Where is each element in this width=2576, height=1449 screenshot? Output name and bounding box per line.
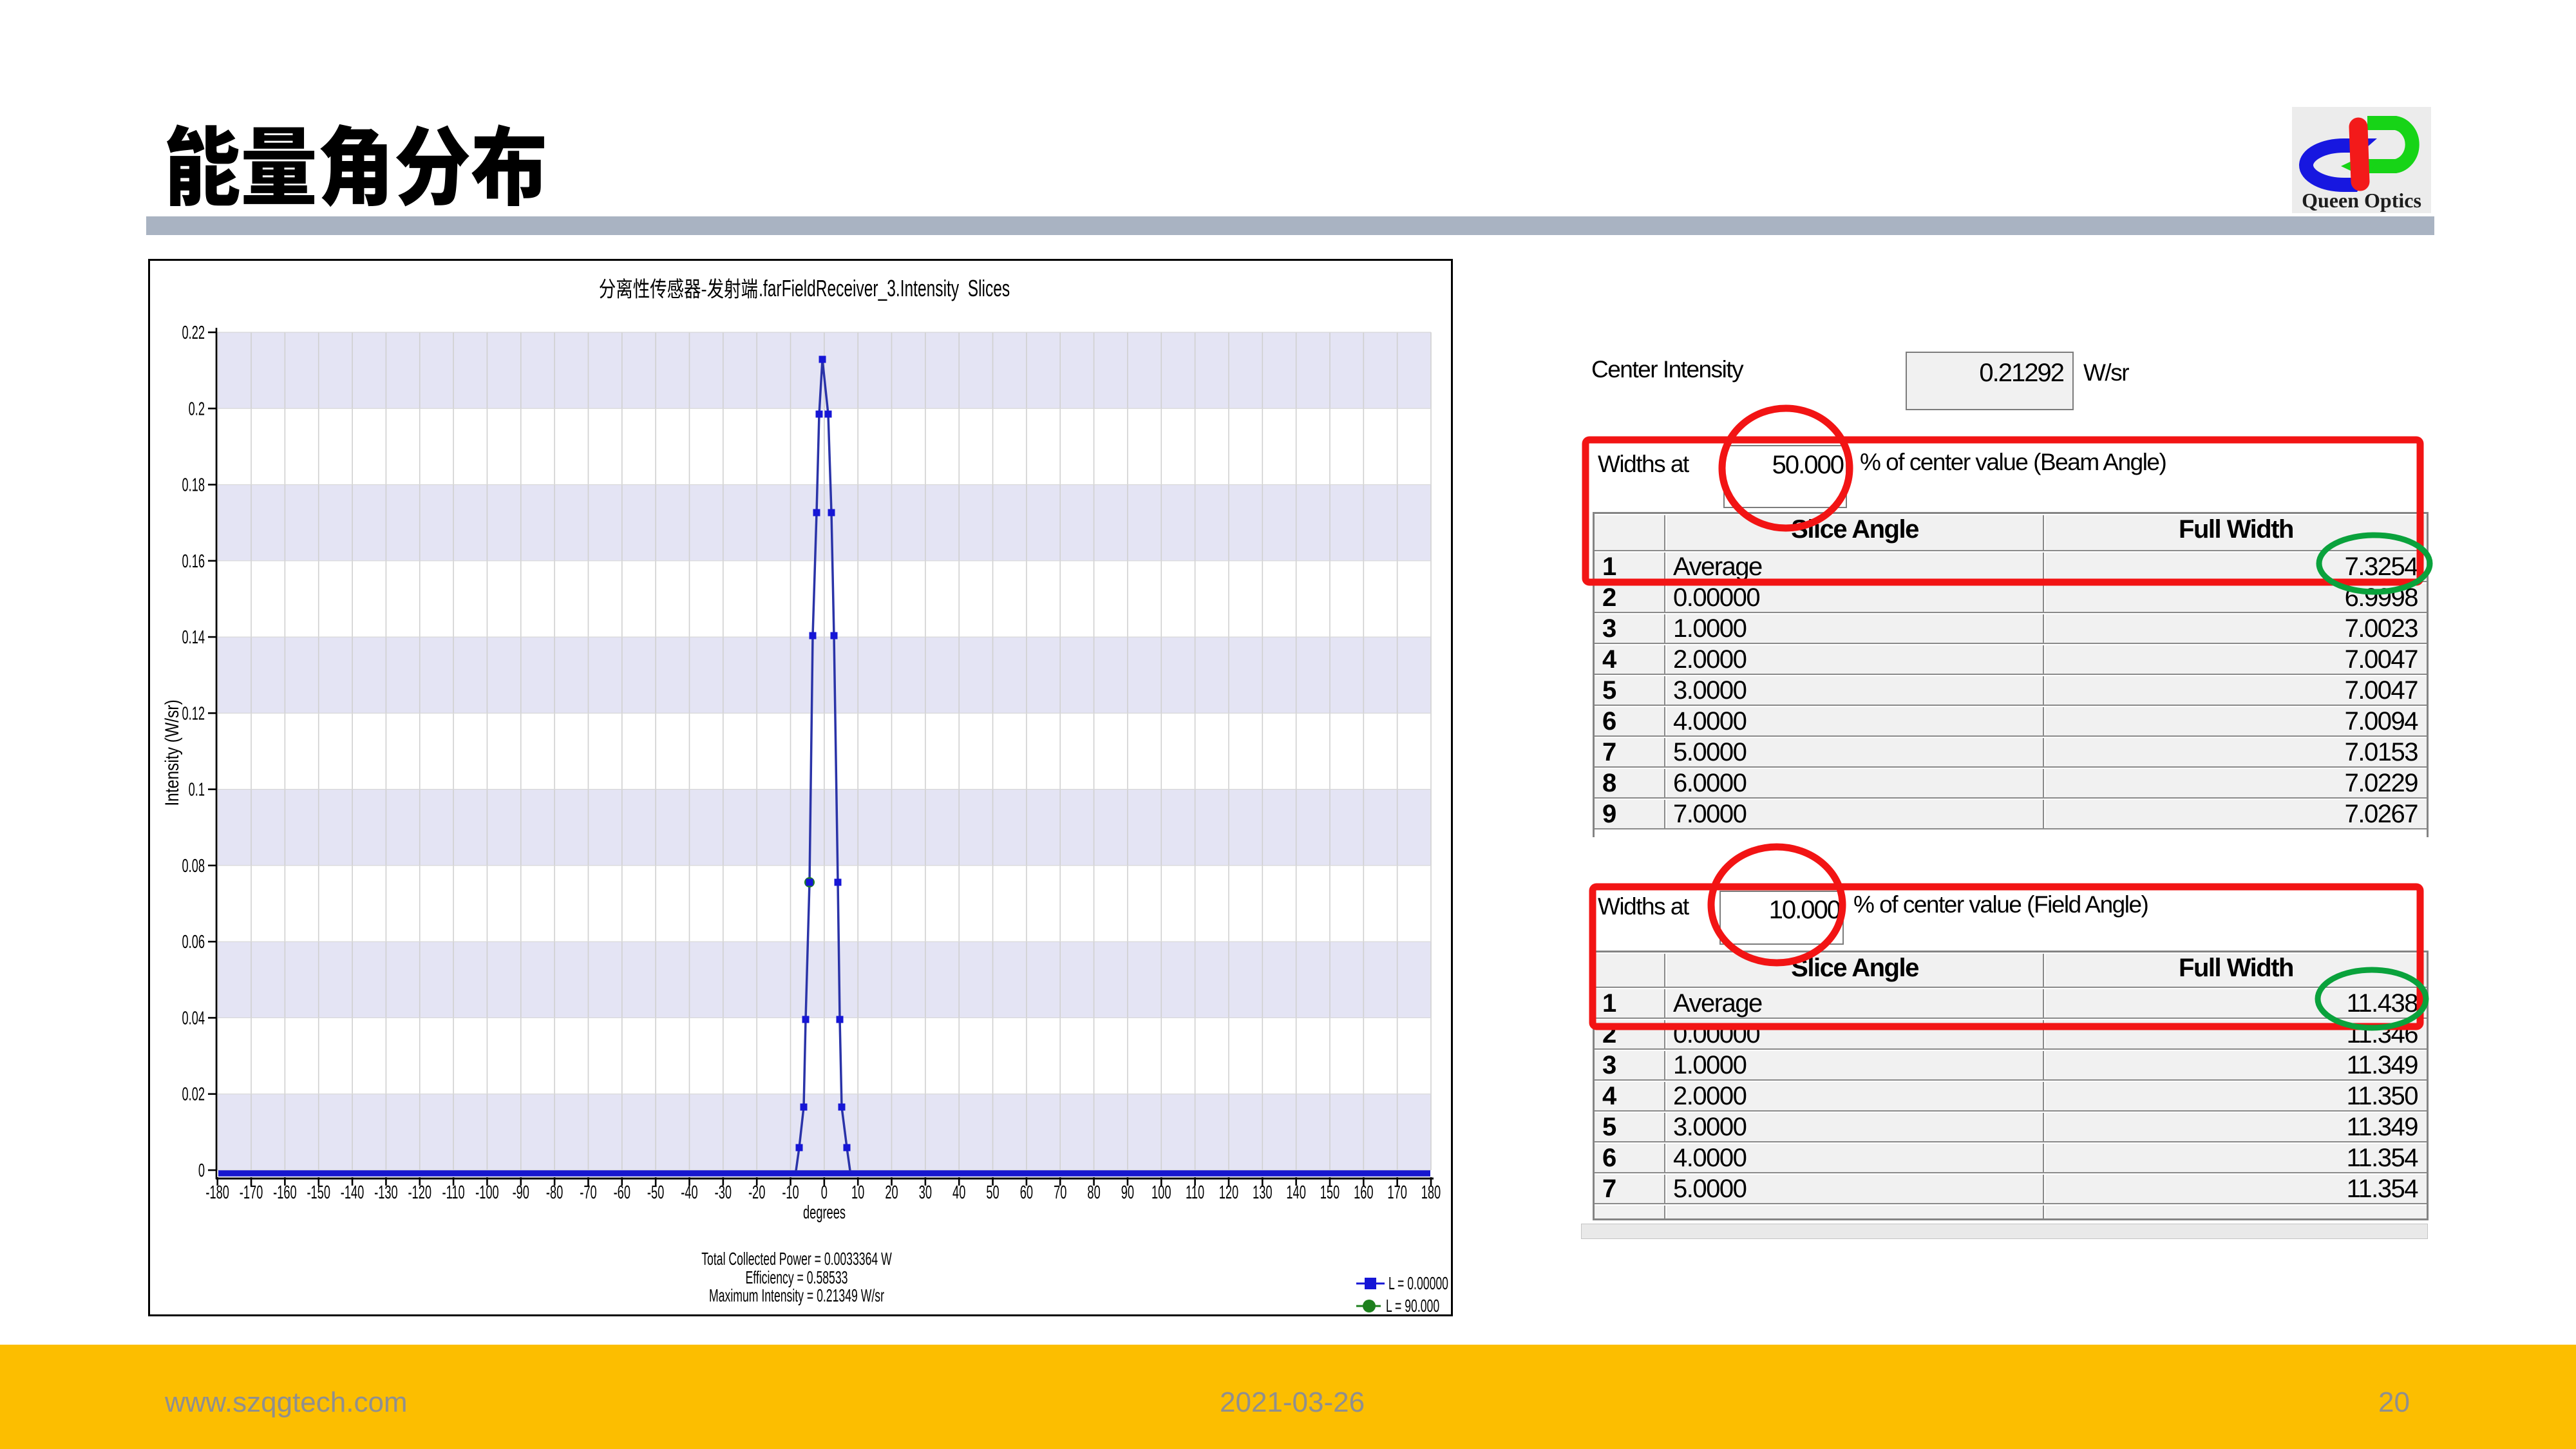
svg-text:180: 180 — [1421, 1182, 1441, 1203]
svg-text:-90: -90 — [513, 1182, 529, 1203]
svg-text:30: 30 — [919, 1182, 932, 1203]
svg-text:.farFieldReceiver_3.Intensity: .farFieldReceiver_3.Intensity Slices — [759, 275, 1010, 301]
svg-text:10: 10 — [851, 1182, 864, 1203]
svg-text:160: 160 — [1354, 1182, 1373, 1203]
svg-text:-120: -120 — [408, 1182, 431, 1203]
svg-text:-180: -180 — [205, 1182, 229, 1203]
svg-text:150: 150 — [1320, 1182, 1340, 1203]
svg-text:Maximum Intensity = 0.21349 W: Maximum Intensity = 0.21349 W/sr — [709, 1285, 884, 1305]
svg-text:-50: -50 — [647, 1182, 664, 1203]
svg-text:-70: -70 — [580, 1182, 596, 1203]
svg-text:0.02: 0.02 — [182, 1084, 205, 1105]
svg-text:0: 0 — [821, 1182, 828, 1203]
svg-text:L = 0.00000: L = 0.00000 — [1388, 1273, 1448, 1293]
svg-text:0.08: 0.08 — [182, 856, 205, 876]
svg-text:110: 110 — [1186, 1182, 1204, 1203]
svg-text:degrees: degrees — [803, 1202, 846, 1223]
svg-text:170: 170 — [1387, 1182, 1406, 1203]
svg-text:130: 130 — [1253, 1182, 1272, 1203]
svg-text:20: 20 — [885, 1182, 898, 1203]
svg-text:0.2: 0.2 — [189, 399, 205, 419]
svg-text:-110: -110 — [442, 1182, 464, 1203]
svg-text:Intensity (W/sr): Intensity (W/sr) — [161, 699, 183, 806]
svg-text:-30: -30 — [715, 1182, 732, 1203]
svg-text:0.06: 0.06 — [182, 932, 205, 952]
svg-text:-80: -80 — [546, 1182, 563, 1203]
svg-text:140: 140 — [1286, 1182, 1305, 1203]
svg-text:0: 0 — [198, 1160, 205, 1181]
svg-text:90: 90 — [1121, 1182, 1134, 1203]
svg-text:-130: -130 — [374, 1182, 398, 1203]
svg-text:0.1: 0.1 — [189, 780, 205, 800]
svg-text:-10: -10 — [782, 1182, 799, 1203]
svg-text:0.14: 0.14 — [182, 627, 205, 648]
svg-text:-60: -60 — [614, 1182, 630, 1203]
svg-text:Efficiency = 0.58533: Efficiency = 0.58533 — [746, 1267, 848, 1287]
svg-text:-100: -100 — [475, 1182, 499, 1203]
svg-text:70: 70 — [1054, 1182, 1066, 1203]
svg-text:0.18: 0.18 — [182, 475, 205, 495]
svg-text:-150: -150 — [307, 1182, 330, 1203]
svg-text:0.22: 0.22 — [182, 323, 205, 343]
svg-text:-170: -170 — [240, 1182, 263, 1203]
svg-text:100: 100 — [1151, 1182, 1171, 1203]
svg-text:L = 90.000: L = 90.000 — [1386, 1296, 1439, 1316]
svg-text:50: 50 — [986, 1182, 999, 1203]
svg-text:120: 120 — [1219, 1182, 1238, 1203]
svg-text:Total Collected Power = 0.0033: Total Collected Power = 0.0033364 W — [701, 1249, 892, 1269]
svg-text:40: 40 — [952, 1182, 965, 1203]
svg-text:-140: -140 — [341, 1182, 365, 1203]
svg-text:-160: -160 — [273, 1182, 297, 1203]
svg-text:Queen Optics: Queen Optics — [2302, 189, 2421, 212]
svg-text:80: 80 — [1087, 1182, 1100, 1203]
svg-text:0.04: 0.04 — [182, 1008, 205, 1028]
svg-text:60: 60 — [1020, 1182, 1033, 1203]
svg-text:-40: -40 — [681, 1182, 697, 1203]
svg-text:0.16: 0.16 — [182, 551, 205, 572]
svg-text:0.12: 0.12 — [182, 703, 205, 724]
svg-text:-20: -20 — [748, 1182, 765, 1203]
